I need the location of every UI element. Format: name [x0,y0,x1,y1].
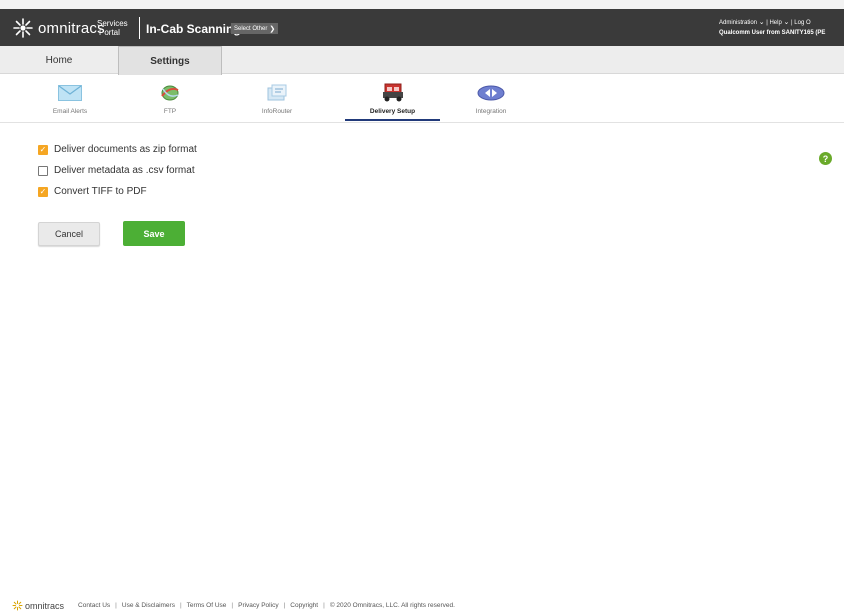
top-bar: omnitracs Services Portal In-Cab Scannin… [0,9,844,46]
settings-icon-bar: Email Alerts FTP InfoRouter Delivery Set… [0,75,844,123]
footer-copyright-text: © 2020 Omnitracs, LLC. All rights reserv… [329,602,455,609]
truck-icon [382,83,403,102]
delivery-options: ✓ Deliver documents as zip format Delive… [38,139,197,202]
chevron-down-icon: ⌄ [783,19,790,26]
sunburst-logo-icon [13,18,33,38]
user-links: Administration ⌄ | Help ⌄ | Log O Qualco… [719,18,825,36]
active-item-underline [345,119,440,121]
footer-separator: | [323,602,325,609]
select-other-label: Select Other [234,25,268,32]
footer-brand: omnitracs [25,600,65,611]
footer-separator: | [283,602,286,609]
checkmark-icon: ✓ [39,187,47,196]
chevron-down-icon: ⌄ [758,19,765,26]
help-menu[interactable]: Help ⌄ [769,19,790,26]
footer-link-contact[interactable]: Contact Us [78,602,110,609]
select-other-dropdown[interactable]: Select Other ❯ [231,23,279,34]
footer-link-disclaimers[interactable]: Use & Disclaimers [122,602,175,609]
iconbar-label: FTP [163,108,177,115]
sunburst-logo-icon [12,600,23,611]
administration-menu[interactable]: Administration ⌄ [719,19,765,26]
csv-metadata-checkbox[interactable] [38,165,48,176]
omnitracs-logo[interactable]: omnitracs [12,17,105,39]
checkmark-icon: ✓ [39,145,47,154]
iconbar-label: Integration [475,108,507,115]
iconbar-item-inforouter[interactable]: InfoRouter [237,82,317,115]
inforouter-icon [267,84,287,101]
tab-settings[interactable]: Settings [118,46,222,75]
user-identity: Qualcomm User from SANITY165 (PE [719,30,826,36]
iconbar-label: InfoRouter [261,108,293,115]
integration-icon [477,85,505,101]
services-portal-label: Services Portal [97,19,128,37]
main-tab-bar: Home Settings [0,46,844,75]
brand-name: omnitracs [38,19,105,37]
option-label: Convert TIFF to PDF [54,186,147,197]
footer-separator: | [115,602,117,609]
cancel-button[interactable]: Cancel [38,222,100,246]
logout-link[interactable]: Log O [794,20,810,26]
tiff-to-pdf-checkbox[interactable]: ✓ [38,186,48,197]
tab-home[interactable]: Home [0,46,118,74]
ftp-icon [161,85,179,101]
option-zip-format[interactable]: ✓ Deliver documents as zip format [38,139,197,160]
envelope-icon [58,85,82,101]
save-button[interactable]: Save [123,221,185,246]
iconbar-label: Email Alerts [52,108,88,115]
footer-link-privacy[interactable]: Privacy Policy [238,602,278,609]
iconbar-item-integration[interactable]: Integration [451,82,531,115]
option-csv-metadata[interactable]: Deliver metadata as .csv format [38,160,197,181]
footer-link-terms[interactable]: Terms Of Use [187,602,227,609]
footer-separator: | [179,602,182,609]
footer-separator: | [231,602,234,609]
app-title: In-Cab Scanning [146,22,241,36]
zip-format-checkbox[interactable]: ✓ [38,144,48,155]
option-label: Deliver documents as zip format [54,144,197,155]
chevron-down-icon: ❯ [269,25,276,33]
option-tiff-to-pdf[interactable]: ✓ Convert TIFF to PDF [38,181,197,202]
iconbar-item-ftp[interactable]: FTP [130,82,210,115]
help-icon[interactable]: ? [819,152,832,165]
option-label: Deliver metadata as .csv format [54,165,195,176]
iconbar-item-delivery-setup[interactable]: Delivery Setup [345,82,440,115]
iconbar-label: Delivery Setup [369,108,416,115]
footer-link-copyright[interactable]: Copyright [290,602,318,609]
iconbar-item-email-alerts[interactable]: Email Alerts [30,82,110,115]
top-strip [0,0,844,9]
footer: omnitracs Contact Us | Use & Disclaimers… [12,600,455,611]
title-separator [139,17,140,39]
